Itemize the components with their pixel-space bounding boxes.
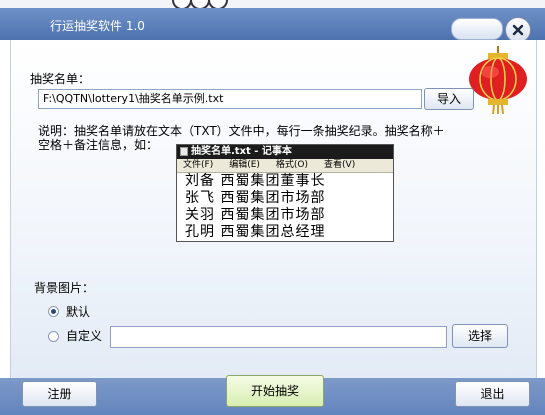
sample-line: 张飞 西蜀集团市场部 bbox=[185, 190, 326, 206]
start-lottery-button[interactable]: 开始抽奖 bbox=[226, 375, 324, 407]
top-decoration bbox=[172, 0, 232, 10]
import-button[interactable]: 导入 bbox=[424, 88, 474, 110]
title-bar[interactable]: 行运抽奖软件 1.0 bbox=[0, 8, 545, 43]
help-text-line2: 空格＋备注信息，如： bbox=[38, 138, 159, 152]
list-label: 抽奖名单： bbox=[30, 72, 91, 86]
default-radio-label[interactable]: 默认 bbox=[66, 303, 90, 320]
sample-menu-file: 文件(F) bbox=[183, 160, 214, 170]
custom-background-path-field[interactable] bbox=[110, 326, 447, 348]
choose-background-button[interactable]: 选择 bbox=[452, 324, 508, 348]
title-decoration bbox=[451, 18, 503, 40]
sample-line: 刘备 西蜀集团董事长 bbox=[185, 173, 326, 189]
app-window: 行运抽奖软件 1.0 抽奖名单： F:\QQTN\lottery1\抽奖名单示例… bbox=[0, 0, 545, 415]
sample-notepad-image: 抽奖名单.txt - 记事本 文件(F) 编辑(E) 格式(O) 查看(V) 刘备 西… bbox=[176, 144, 394, 242]
list-file-path-field[interactable]: F:\QQTN\lottery1\抽奖名单示例.txt bbox=[38, 89, 422, 109]
custom-radio[interactable] bbox=[48, 331, 59, 342]
exit-button[interactable]: 退出 bbox=[455, 381, 530, 407]
register-button[interactable]: 注册 bbox=[22, 381, 97, 407]
sample-line: 孔明 西蜀集团总经理 bbox=[185, 224, 326, 240]
sample-menu-edit: 编辑(E) bbox=[229, 160, 260, 170]
sample-menu-bar: 文件(F) 编辑(E) 格式(O) 查看(V) bbox=[177, 159, 393, 173]
sample-line: 关羽 西蜀集团市场部 bbox=[185, 207, 326, 223]
sample-menu-view: 查看(V) bbox=[324, 160, 356, 170]
lantern-icon bbox=[469, 46, 527, 114]
sample-title-bar: 抽奖名单.txt - 记事本 bbox=[177, 145, 393, 159]
close-icon bbox=[512, 24, 524, 36]
sample-menu-format: 格式(O) bbox=[275, 160, 309, 170]
default-radio[interactable] bbox=[48, 306, 59, 317]
top-strip bbox=[0, 0, 545, 10]
notepad-icon bbox=[180, 147, 188, 156]
custom-radio-label[interactable]: 自定义 bbox=[66, 327, 102, 344]
background-label: 背景图片： bbox=[34, 281, 95, 295]
sample-title: 抽奖名单.txt - 记事本 bbox=[191, 146, 292, 157]
radio-selected-dot bbox=[51, 309, 56, 314]
window-title: 行运抽奖软件 1.0 bbox=[50, 19, 145, 33]
